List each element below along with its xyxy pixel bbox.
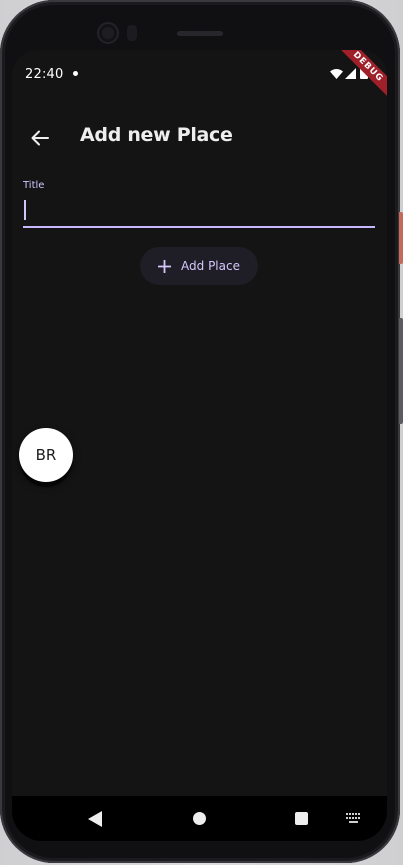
title-field-label: Title [23,180,45,191]
avatar[interactable]: BR [19,428,73,482]
page-title: Add new Place [80,124,233,146]
app-bar: Add new Place [12,110,387,166]
keyboard-icon[interactable] [346,813,362,824]
plus-icon [158,259,172,273]
back-button[interactable] [24,122,56,154]
front-camera [99,24,117,42]
status-time: 22:40 [25,67,64,82]
power-button[interactable] [399,212,403,264]
emulator-stage: 22:40 DEBUG Add new Place Title Add Plac… [0,0,403,865]
title-field[interactable]: Title [23,180,375,228]
signal-icon [345,68,356,79]
proximity-sensor [127,25,137,41]
circle-home-icon[interactable] [193,812,206,825]
add-place-label: Add Place [181,259,240,273]
arrow-back-icon [31,130,49,146]
volume-rocker[interactable] [399,318,403,424]
status-bar: 22:40 DEBUG [12,50,387,108]
triangle-back-icon[interactable] [88,811,102,827]
wifi-icon [330,69,343,79]
earpiece-speaker [177,31,223,36]
system-navigation-bar [12,796,387,841]
square-recents-icon[interactable] [295,812,308,825]
title-field-underline [23,226,375,228]
notification-dot-icon [73,71,78,76]
phone-screen: 22:40 DEBUG Add new Place Title Add Plac… [12,50,387,841]
add-place-button[interactable]: Add Place [140,247,258,285]
title-input[interactable] [23,196,375,224]
text-caret [24,200,26,220]
